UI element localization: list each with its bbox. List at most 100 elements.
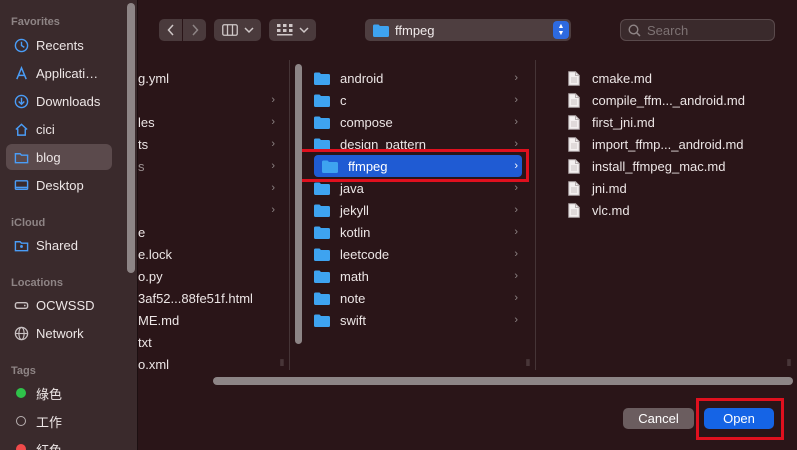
view-mode-button[interactable] (214, 19, 261, 41)
sidebar-item-recents[interactable]: Recents (6, 32, 112, 58)
sidebar-item-cici[interactable]: cici (6, 116, 112, 142)
column-resize-handle[interactable]: ⦀ (526, 358, 530, 369)
sidebar-item-label: 綠色 (36, 386, 63, 402)
list-item[interactable]: compose › (314, 111, 522, 133)
list-item[interactable]: › (138, 89, 277, 111)
list-item[interactable]: c › (314, 89, 522, 111)
sidebar-tag-work[interactable]: 工作 (6, 408, 112, 434)
list-item[interactable]: ts › (138, 133, 277, 155)
list-item[interactable]: math › (314, 265, 522, 287)
sidebar-item-applications[interactable]: Applicati… (6, 60, 112, 86)
list-item[interactable]: kotlin › (314, 221, 522, 243)
list-item[interactable]: txt (138, 331, 277, 353)
sidebar-item-label: OCWSSD (36, 297, 95, 313)
folder-icon (314, 94, 330, 107)
chevron-right-icon: › (514, 226, 518, 238)
sidebar-tag-green[interactable]: 綠色 (6, 380, 112, 406)
chevron-right-icon (191, 24, 199, 36)
disk-icon (12, 296, 30, 314)
search-field[interactable] (620, 19, 775, 41)
path-popup[interactable]: ffmpeg ▲ ▼ (365, 19, 571, 41)
list-item[interactable]: jekyll › (314, 199, 522, 221)
sidebar-item-network[interactable]: Network (6, 320, 112, 346)
list-item-label: android (340, 70, 384, 86)
column-resize-handle[interactable]: ⦀ (787, 358, 791, 369)
horizontal-scrollbar[interactable] (213, 377, 793, 385)
shared-folder-icon (12, 236, 30, 254)
list-item[interactable]: ME.md (138, 309, 277, 331)
cancel-button[interactable]: Cancel (623, 408, 694, 429)
list-item[interactable]: design_pattern › (314, 133, 522, 155)
list-item[interactable]: e.lock (138, 243, 277, 265)
sidebar-item-desktop[interactable]: Desktop (6, 172, 112, 198)
tags-header: Tags (11, 365, 36, 377)
folder-icon (314, 182, 330, 195)
sidebar-item-label: Downloads (36, 93, 101, 109)
list-item[interactable]: vlc.md (568, 199, 788, 221)
forward-button[interactable] (183, 19, 206, 41)
sidebar-item-label: Network (36, 325, 84, 341)
list-item[interactable]: s › (138, 155, 277, 177)
path-label: ffmpeg (395, 22, 435, 38)
folder-icon (314, 292, 330, 305)
list-item-label: g.yml (138, 70, 170, 86)
list-item[interactable]: o.py (138, 265, 277, 287)
list-item[interactable]: first_jni.md (568, 111, 788, 133)
list-item-label: java (340, 180, 364, 196)
list-item-label: note (340, 290, 366, 306)
list-item-label: o.py (138, 268, 163, 284)
sidebar-item-blog[interactable]: blog (6, 144, 112, 170)
list-item[interactable]: import_ffmp..._android.md (568, 133, 788, 155)
sidebar-item-label: Shared (36, 237, 78, 253)
search-input[interactable] (647, 22, 767, 38)
list-item-label: first_jni.md (592, 114, 655, 130)
chevron-right-icon: › (514, 314, 518, 326)
list-item[interactable]: leetcode › (314, 243, 522, 265)
back-button[interactable] (159, 19, 182, 41)
list-item[interactable]: ffmpeg › (314, 155, 522, 177)
sidebar-item-shared[interactable]: Shared (6, 232, 112, 258)
list-item[interactable]: android › (314, 67, 522, 89)
chevron-right-icon: › (271, 160, 275, 172)
column-resize-handle[interactable]: ⦀ (280, 358, 284, 369)
grid-group-icon (276, 24, 292, 36)
list-item[interactable]: o.xml (138, 353, 277, 371)
folder-icon (314, 116, 330, 129)
column-scrollbar[interactable] (295, 64, 302, 344)
folder-icon (314, 314, 330, 327)
list-item[interactable]: › (138, 177, 277, 199)
list-item[interactable]: 3af52...88fe51f.html (138, 287, 277, 309)
list-item[interactable]: › (138, 199, 277, 221)
sidebar-item-label: blog (36, 149, 61, 165)
desktop-icon (12, 176, 30, 194)
open-button[interactable]: Open (704, 408, 774, 429)
chevron-right-icon: › (514, 248, 518, 260)
sidebar-item-ocwssd[interactable]: OCWSSD (6, 292, 112, 318)
list-item[interactable]: java › (314, 177, 522, 199)
list-item[interactable]: les › (138, 111, 277, 133)
list-item[interactable]: jni.md (568, 177, 788, 199)
chevron-right-icon: › (514, 292, 518, 304)
sidebar-item-downloads[interactable]: Downloads (6, 88, 112, 114)
list-item[interactable]: note › (314, 287, 522, 309)
list-item[interactable]: install_ffmpeg_mac.md (568, 155, 788, 177)
folder-icon (314, 138, 330, 151)
list-item[interactable]: cmake.md (568, 67, 788, 89)
popup-stepper-icon: ▲ ▼ (553, 21, 569, 39)
red-tag-icon (16, 444, 26, 450)
document-icon (568, 180, 580, 196)
list-item[interactable]: compile_ffm..._android.md (568, 89, 788, 111)
list-item-label: kotlin (340, 224, 371, 240)
group-button[interactable] (269, 19, 316, 41)
icloud-header: iCloud (11, 217, 46, 229)
list-item-label: vlc.md (592, 202, 630, 218)
list-item[interactable]: swift › (314, 309, 522, 331)
chevron-right-icon: › (514, 116, 518, 128)
list-item[interactable]: g.yml (138, 67, 277, 89)
sidebar-scrollbar[interactable] (127, 3, 135, 273)
sidebar-tag-red[interactable]: 紅色 (6, 436, 112, 450)
chevron-down-icon (298, 27, 309, 34)
folder-icon (314, 270, 330, 283)
list-item[interactable]: e (138, 221, 277, 243)
list-item-label: jni.md (592, 180, 627, 196)
